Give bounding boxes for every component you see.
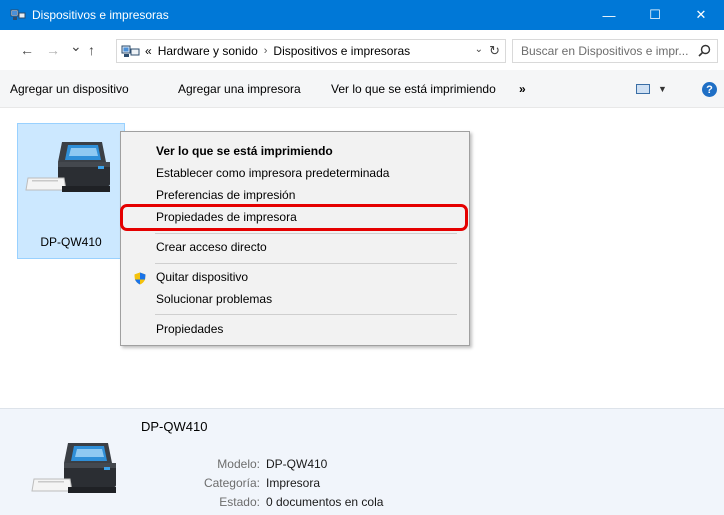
menu-item-troubleshoot[interactable]: Solucionar problemas: [156, 292, 272, 306]
back-arrow-icon[interactable]: ←: [20, 42, 34, 58]
device-name-label: DP-QW410: [40, 235, 102, 249]
forward-arrow-icon[interactable]: →: [46, 42, 60, 58]
detail-value: Impresora: [266, 476, 321, 490]
view-dropdown-icon[interactable]: ▼: [658, 84, 667, 94]
search-icon[interactable]: [698, 44, 711, 60]
up-arrow-icon[interactable]: ↑: [88, 42, 95, 58]
printer-icon: [30, 435, 124, 510]
details-device-name: DP-QW410: [141, 419, 208, 434]
detail-key: Modelo:: [217, 457, 260, 471]
menu-separator: [155, 263, 457, 264]
navigation-bar: ← → ⌄ ↑ « Hardware y sonido › Dispositiv…: [0, 30, 724, 70]
close-button[interactable]: ✕: [678, 0, 724, 30]
menu-item-see-whats-printing[interactable]: Ver lo que se está imprimiendo: [156, 144, 333, 158]
detail-value: 0 documentos en cola: [266, 495, 384, 509]
add-device-button[interactable]: Agregar un dispositivo: [10, 82, 129, 96]
context-menu: Ver lo que se está imprimiendo Establece…: [120, 131, 470, 346]
device-tile-printer[interactable]: DP-QW410: [17, 123, 125, 259]
detail-row-model: Modelo: DP-QW410: [148, 457, 327, 471]
devices-content-area: DP-QW410 Ver lo que se está imprimiendo …: [0, 108, 724, 408]
detail-key: Estado:: [219, 495, 260, 509]
menu-item-printing-preferences[interactable]: Preferencias de impresión: [156, 188, 295, 202]
refresh-icon[interactable]: ↻: [489, 43, 500, 59]
menu-item-printer-properties[interactable]: Propiedades de impresora: [156, 210, 297, 224]
see-whats-printing-button[interactable]: Ver lo que se está imprimiendo: [331, 82, 496, 96]
detail-row-status: Estado: 0 documentos en cola: [148, 495, 383, 509]
add-printer-button[interactable]: Agregar una impresora: [178, 82, 301, 96]
menu-item-remove-device[interactable]: Quitar dispositivo: [156, 270, 248, 284]
detail-value: DP-QW410: [266, 457, 328, 471]
menu-separator: [155, 314, 457, 315]
details-pane: DP-QW410 Modelo: DP-QW410 Categoría: Impre…: [0, 408, 724, 515]
devices-folder-icon: [121, 44, 141, 58]
menu-item-set-default-printer[interactable]: Establecer como impresora predeterminada: [156, 166, 389, 180]
breadcrumb-hardware-sonido[interactable]: Hardware y sonido: [158, 44, 258, 58]
command-bar: Agregar un dispositivo Agregar una impre…: [0, 70, 724, 108]
devices-printers-icon: [10, 8, 26, 22]
address-dropdown-icon[interactable]: ⌄: [475, 44, 483, 55]
address-bar[interactable]: « Hardware y sonido › Dispositivos e imp…: [116, 39, 506, 63]
shield-icon: [134, 272, 146, 288]
search-box[interactable]: [512, 39, 718, 63]
menu-item-create-shortcut[interactable]: Crear acceso directo: [156, 240, 267, 254]
menu-item-properties[interactable]: Propiedades: [156, 322, 223, 336]
breadcrumb-dispositivos-impresoras[interactable]: Dispositivos e impresoras: [273, 44, 410, 58]
menu-separator: [155, 233, 457, 234]
detail-row-category: Categoría: Impresora: [148, 476, 320, 490]
recent-locations-chevron-icon[interactable]: ⌄: [70, 38, 82, 55]
detail-key: Categoría:: [203, 476, 260, 490]
title-bar: Dispositivos e impresoras — ☐ ✕: [0, 0, 724, 30]
maximize-button[interactable]: ☐: [632, 0, 678, 30]
window-title: Dispositivos e impresoras: [32, 8, 169, 22]
search-input[interactable]: [521, 44, 699, 58]
minimize-button[interactable]: —: [586, 0, 632, 30]
change-view-icon[interactable]: [636, 84, 650, 94]
breadcrumb-overflow[interactable]: «: [145, 44, 152, 58]
help-icon[interactable]: ?: [702, 82, 717, 97]
printer-icon: [24, 134, 118, 209]
more-commands-button[interactable]: »: [519, 82, 526, 96]
window-controls: — ☐ ✕: [586, 0, 724, 30]
breadcrumb-separator-icon[interactable]: ›: [264, 45, 268, 57]
